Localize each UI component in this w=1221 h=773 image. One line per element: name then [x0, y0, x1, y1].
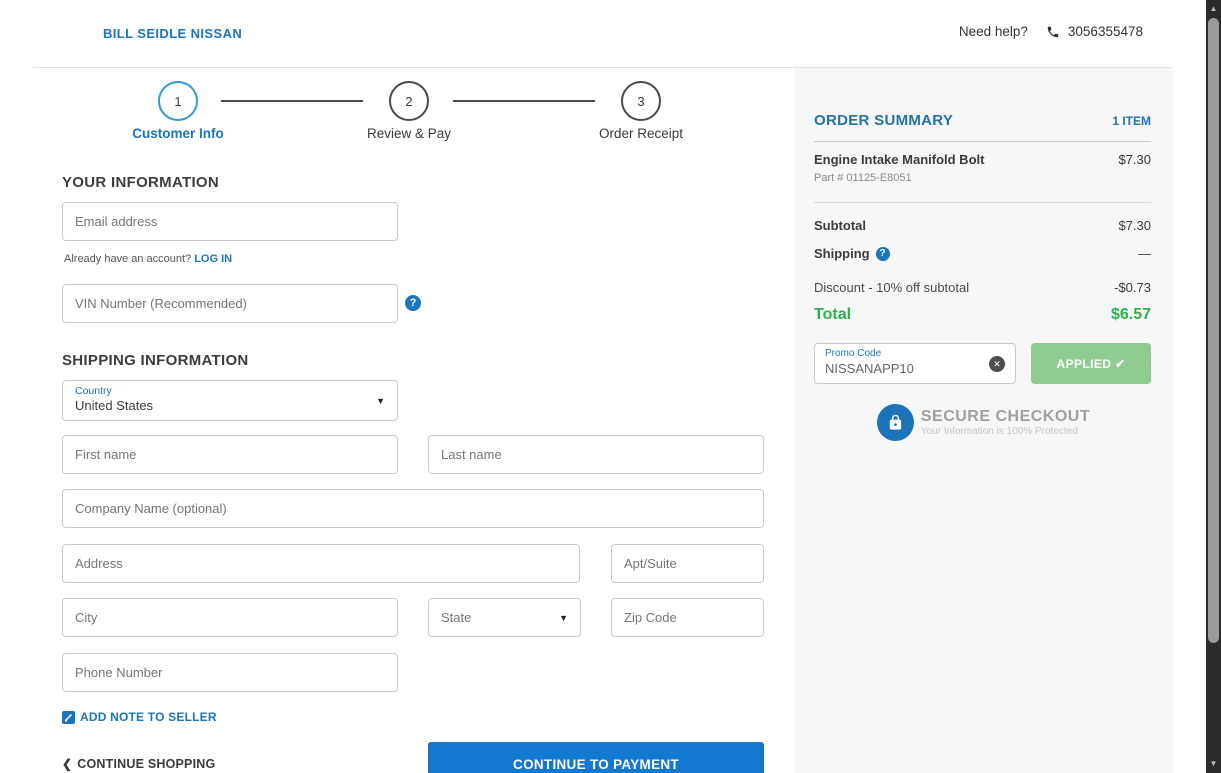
country-select-label: Country	[75, 385, 112, 397]
scrollbar-thumb[interactable]	[1208, 18, 1219, 643]
lock-icon	[876, 404, 914, 441]
step-3-number: 3	[637, 93, 645, 109]
state-select-value: State	[441, 610, 472, 625]
city-field[interactable]	[62, 598, 398, 637]
checkout-page: BILL SEIDLE NISSAN Need help? 3056355478…	[0, 0, 1221, 773]
shipping-row: Shipping ? —	[814, 246, 1151, 261]
step-connector-1	[221, 100, 363, 102]
cart-item: Engine Intake Manifold Bolt $7.30 Part #…	[814, 152, 1151, 203]
step-3-circle[interactable]: 3	[621, 81, 661, 121]
scroll-down-icon[interactable]: ▼	[1206, 759, 1221, 769]
discount-value: -$0.73	[1114, 280, 1151, 295]
email-field[interactable]	[62, 202, 398, 241]
zip-code-field[interactable]	[611, 598, 764, 637]
promo-code-label: Promo Code	[825, 348, 882, 359]
chevron-down-icon: ▼	[559, 612, 568, 623]
cart-item-price: $7.30	[1118, 152, 1151, 167]
phone-number-link[interactable]: 3056355478	[1068, 24, 1143, 39]
shipping-value: —	[1138, 246, 1151, 261]
step-2-label: Review & Pay	[366, 126, 452, 141]
your-information-title: YOUR INFORMATION	[62, 174, 220, 191]
phone-icon	[1046, 25, 1060, 39]
order-summary-title: ORDER SUMMARY	[814, 112, 954, 129]
scroll-up-icon[interactable]: ▲	[1206, 4, 1221, 14]
cart-item-part-number: Part # 01125-E8051	[814, 172, 912, 184]
order-summary-sidebar: ORDER SUMMARY 1 ITEM Engine Intake Manif…	[794, 68, 1173, 773]
last-name-field[interactable]	[428, 435, 764, 474]
company-name-field[interactable]	[62, 489, 764, 528]
secure-checkout-badge: SECURE CHECKOUT Your Information is 100%…	[794, 404, 1173, 441]
total-label: Total	[814, 306, 852, 323]
step-2-number: 2	[405, 93, 413, 109]
total-value: $6.57	[1110, 306, 1151, 323]
header: BILL SEIDLE NISSAN Need help? 3056355478	[0, 0, 1221, 68]
shipping-help-icon[interactable]: ?	[875, 246, 890, 261]
step-3-label: Order Receipt	[598, 126, 684, 141]
secure-checkout-subtitle: Your Information is 100% Protected	[920, 426, 1078, 437]
chevron-left-icon: ❮	[62, 757, 73, 771]
first-name-field[interactable]	[62, 435, 398, 474]
need-help-area: Need help? 3056355478	[959, 24, 1143, 39]
continue-shopping-link[interactable]: ❮ CONTINUE SHOPPING	[62, 757, 215, 771]
vin-field[interactable]	[62, 284, 398, 323]
discount-row: Discount - 10% off subtotal -$0.73	[814, 280, 1151, 295]
subtotal-value: $7.30	[1118, 218, 1151, 233]
promo-applied-button[interactable]: APPLIED ✔	[1031, 343, 1151, 384]
continue-shopping-label: CONTINUE SHOPPING	[77, 757, 216, 771]
shipping-information-title: SHIPPING INFORMATION	[62, 352, 249, 369]
state-select[interactable]: State ▼	[428, 598, 581, 637]
clear-promo-icon[interactable]: ✕	[989, 356, 1005, 372]
country-select[interactable]: Country United States ▼	[62, 380, 398, 421]
step-2-circle[interactable]: 2	[389, 81, 429, 121]
step-1-circle[interactable]: 1	[158, 81, 198, 121]
subtotal-row: Subtotal $7.30	[814, 218, 1151, 233]
add-note-to-seller-button[interactable]: ADD NOTE TO SELLER	[62, 710, 217, 724]
cart-item-name: Engine Intake Manifold Bolt	[814, 152, 985, 167]
chevron-down-icon: ▼	[376, 395, 385, 406]
need-help-label: Need help?	[958, 24, 1028, 39]
subtotal-label: Subtotal	[814, 218, 866, 233]
secure-checkout-title: SECURE CHECKOUT	[920, 408, 1091, 425]
total-row: Total $6.57	[814, 306, 1151, 324]
order-summary-header: ORDER SUMMARY 1 ITEM	[814, 112, 1151, 142]
add-note-label: ADD NOTE TO SELLER	[80, 710, 217, 724]
shipping-label: Shipping	[814, 246, 870, 261]
dealer-logo-link[interactable]: BILL SEIDLE NISSAN	[103, 26, 242, 41]
step-1-label: Customer Info	[132, 126, 224, 141]
item-count-badge: 1 ITEM	[1112, 114, 1151, 128]
promo-code-field[interactable]: Promo Code NISSANAPP10 ✕	[814, 343, 1016, 384]
account-prompt-text: Already have an account?	[64, 253, 192, 265]
log-in-link[interactable]: LOG IN	[194, 253, 232, 265]
vin-help-icon[interactable]: ?	[405, 295, 421, 311]
step-connector-2	[453, 100, 595, 102]
continue-to-payment-button[interactable]: CONTINUE TO PAYMENT	[428, 742, 764, 773]
note-icon	[62, 710, 75, 724]
address-field[interactable]	[62, 544, 580, 583]
promo-code-value: NISSANAPP10	[825, 361, 914, 376]
discount-label: Discount - 10% off subtotal	[814, 280, 970, 295]
phone-number-field[interactable]	[62, 653, 398, 692]
country-select-value: United States	[75, 398, 154, 413]
vertical-scrollbar[interactable]: ▲ ▼	[1206, 0, 1221, 773]
apt-suite-field[interactable]	[611, 544, 764, 583]
account-prompt: Already have an account? LOG IN	[64, 253, 232, 265]
step-1-number: 1	[174, 93, 182, 109]
